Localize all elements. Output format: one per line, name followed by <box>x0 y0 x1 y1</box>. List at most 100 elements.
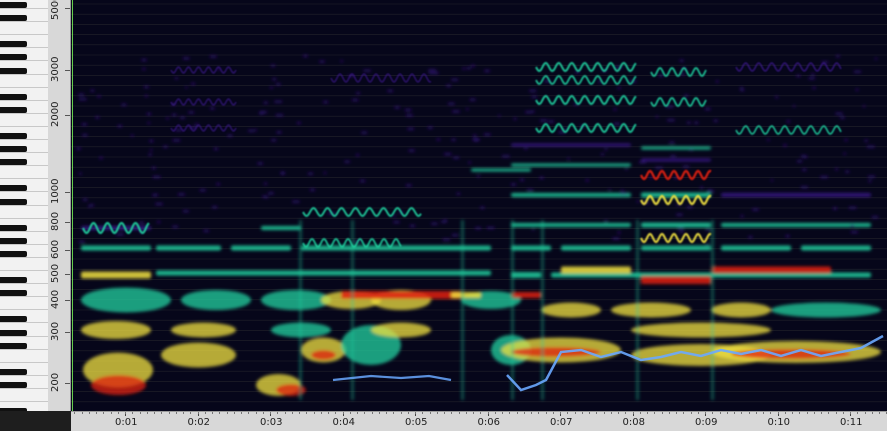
piano-white-key-edge <box>0 178 48 180</box>
piano-black-key[interactable] <box>0 67 27 74</box>
noise-speck <box>177 193 185 196</box>
noise-speck <box>340 60 343 63</box>
piano-black-key[interactable] <box>0 41 27 48</box>
time-label: 0:07 <box>550 417 573 428</box>
onset-streak <box>461 220 464 400</box>
time-minor-tick <box>741 412 743 414</box>
piano-black-key[interactable] <box>0 237 27 244</box>
piano-black-key[interactable] <box>0 329 27 336</box>
noise-speck <box>848 206 857 209</box>
time-minor-tick <box>197 412 199 414</box>
time-minor-tick <box>204 412 206 414</box>
harmonic-band <box>511 272 541 278</box>
noise-speck <box>130 134 134 137</box>
noise-speck <box>117 125 123 128</box>
piano-black-key[interactable] <box>0 342 27 349</box>
noise-speck <box>166 117 169 120</box>
noise-speck <box>387 89 394 92</box>
noise-speck <box>97 95 101 98</box>
noise-speck <box>76 147 81 150</box>
noise-speck <box>407 127 414 130</box>
noise-speck <box>442 238 450 241</box>
noise-speck <box>151 167 156 169</box>
piano-black-key[interactable] <box>0 250 27 257</box>
piano-black-key[interactable] <box>0 93 27 100</box>
noise-speck <box>775 96 779 99</box>
noise-speck <box>216 183 221 186</box>
noise-speck <box>636 200 640 203</box>
time-minor-tick <box>212 412 213 414</box>
piano-black-key[interactable] <box>0 15 27 22</box>
time-minor-tick <box>436 412 438 414</box>
noise-speck <box>844 139 848 141</box>
spectrogram-canvas[interactable] <box>71 0 887 411</box>
time-minor-tick <box>545 412 547 414</box>
vibrato-trace <box>535 75 637 85</box>
noise-speck <box>82 198 88 201</box>
energy-blob <box>81 321 151 339</box>
piano-keyboard[interactable] <box>0 0 49 411</box>
noise-speck <box>740 215 744 218</box>
harmonic-band <box>511 163 631 167</box>
vibrato-trace <box>735 125 842 135</box>
noise-speck <box>845 170 850 173</box>
noise-speck <box>835 112 843 115</box>
noise-speck <box>836 55 840 58</box>
piano-black-key[interactable] <box>0 2 27 8</box>
piano-black-key[interactable] <box>0 185 27 192</box>
frequency-tick <box>65 70 70 71</box>
noise-speck <box>144 86 149 88</box>
piano-black-key[interactable] <box>0 54 27 61</box>
time-minor-tick <box>610 412 612 414</box>
time-axis[interactable]: 0:01 0:02 0:03 0:04 0:05 0:06 0:07 0:08 0:09 0:10… <box>71 411 887 431</box>
piano-black-key[interactable] <box>0 159 27 166</box>
noise-speck <box>682 165 690 168</box>
piano-black-key[interactable] <box>0 277 27 284</box>
noise-speck <box>604 220 608 223</box>
noise-speck <box>359 180 366 182</box>
piano-black-key[interactable] <box>0 316 27 323</box>
time-minor-tick <box>668 412 670 414</box>
noise-speck <box>203 229 210 232</box>
noise-speck <box>689 148 693 151</box>
time-minor-tick <box>589 412 590 414</box>
piano-black-key[interactable] <box>0 224 27 231</box>
time-minor-tick <box>494 412 496 414</box>
piano-black-key[interactable] <box>0 106 27 113</box>
harmonic-band <box>641 222 711 228</box>
noise-speck <box>209 107 215 110</box>
noise-speck <box>174 77 178 80</box>
time-minor-tick <box>299 412 300 414</box>
piano-white-key-edge <box>0 8 48 9</box>
noise-speck <box>510 183 517 186</box>
time-minor-tick <box>487 412 489 414</box>
piano-black-key[interactable] <box>0 146 27 153</box>
time-minor-tick <box>864 412 866 414</box>
time-minor-tick <box>813 412 815 414</box>
noise-speck <box>275 114 284 117</box>
noise-speck <box>405 184 412 187</box>
frequency-tick <box>65 115 70 116</box>
piano-black-key[interactable] <box>0 290 27 297</box>
time-minor-tick <box>552 412 554 414</box>
noise-speck <box>213 147 219 150</box>
noise-speck <box>704 108 711 110</box>
piano-white-key-edge <box>0 34 48 36</box>
piano-black-key[interactable] <box>0 408 27 411</box>
noise-speck <box>363 69 371 72</box>
piano-black-key[interactable] <box>0 368 27 375</box>
vibrato-traces <box>81 61 842 249</box>
noise-speck <box>686 206 693 209</box>
frequency-label: 200 <box>50 372 61 392</box>
noise-speck <box>309 188 315 191</box>
time-minor-tick <box>763 412 764 414</box>
piano-black-key[interactable] <box>0 133 27 139</box>
time-minor-tick <box>320 412 322 414</box>
piano-white-key-edge <box>0 309 48 311</box>
noise-speck <box>191 82 196 85</box>
piano-black-key[interactable] <box>0 381 27 388</box>
noise-speck <box>713 119 718 122</box>
playhead-cursor[interactable] <box>72 0 73 411</box>
noise-speck <box>78 93 84 96</box>
piano-black-key[interactable] <box>0 198 27 205</box>
